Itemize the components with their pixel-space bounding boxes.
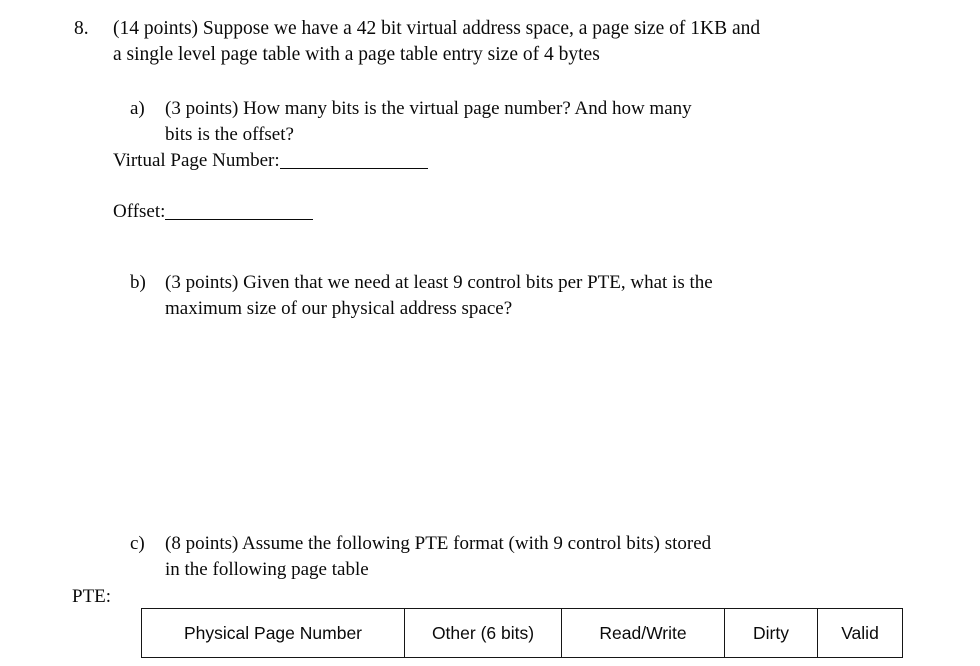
- pte-field-read-write: Read/Write: [561, 608, 725, 658]
- question-text: (14 points) Suppose we have a 42 bit vir…: [113, 16, 904, 67]
- subpart-b-line-1: (3 points) Given that we need at least 9…: [165, 272, 713, 293]
- subpart-a-line-2: bits is the offset?: [165, 123, 294, 145]
- pte-field-valid: Valid: [817, 608, 903, 658]
- offset-blank: Offset:: [113, 199, 314, 224]
- subpart-c-letter: c): [130, 533, 145, 554]
- question-8: 8. (14 points) Suppose we have a 42 bit …: [74, 16, 904, 67]
- subpart-c: c) (8 points) Assume the following PTE f…: [130, 531, 920, 582]
- pte-field-other: Other (6 bits): [404, 608, 562, 658]
- question-line-2: a single level page table with a page ta…: [113, 43, 600, 65]
- subpart-a-line-1: (3 points) How many bits is the virtual …: [165, 98, 692, 119]
- subpart-c-line-2: in the following page table: [165, 558, 369, 580]
- subpart-b-text: (3 points) Given that we need at least 9…: [165, 270, 920, 321]
- subpart-c-text: (8 points) Assume the following PTE form…: [165, 531, 920, 582]
- offset-label: Offset:: [113, 201, 166, 222]
- document-page: 8. (14 points) Suppose we have a 42 bit …: [0, 0, 980, 666]
- question-row: 8. (14 points) Suppose we have a 42 bit …: [74, 16, 904, 67]
- subpart-b-letter: b): [130, 272, 146, 293]
- subpart-a: a) (3 points) How many bits is the virtu…: [130, 96, 920, 147]
- virtual-page-number-answer-field[interactable]: [279, 168, 428, 169]
- question-number: 8.: [74, 18, 89, 39]
- question-line-1: (14 points) Suppose we have a 42 bit vir…: [113, 18, 761, 39]
- pte-format-table: Physical Page Number Other (6 bits) Read…: [141, 608, 903, 658]
- subpart-c-line-1: (8 points) Assume the following PTE form…: [165, 533, 712, 554]
- pte-label: PTE:: [72, 586, 112, 607]
- subpart-a-letter: a): [130, 98, 145, 119]
- subpart-b: b) (3 points) Given that we need at leas…: [130, 270, 920, 321]
- pte-field-dirty: Dirty: [724, 608, 818, 658]
- subpart-a-text: (3 points) How many bits is the virtual …: [165, 96, 920, 147]
- offset-answer-field[interactable]: [165, 219, 314, 220]
- virtual-page-number-blank: Virtual Page Number:: [113, 148, 428, 173]
- virtual-page-number-label: Virtual Page Number:: [113, 150, 280, 171]
- table-row: Physical Page Number Other (6 bits) Read…: [141, 608, 903, 658]
- pte-field-physical-page-number: Physical Page Number: [141, 608, 405, 658]
- subpart-b-line-2: maximum size of our physical address spa…: [165, 297, 513, 319]
